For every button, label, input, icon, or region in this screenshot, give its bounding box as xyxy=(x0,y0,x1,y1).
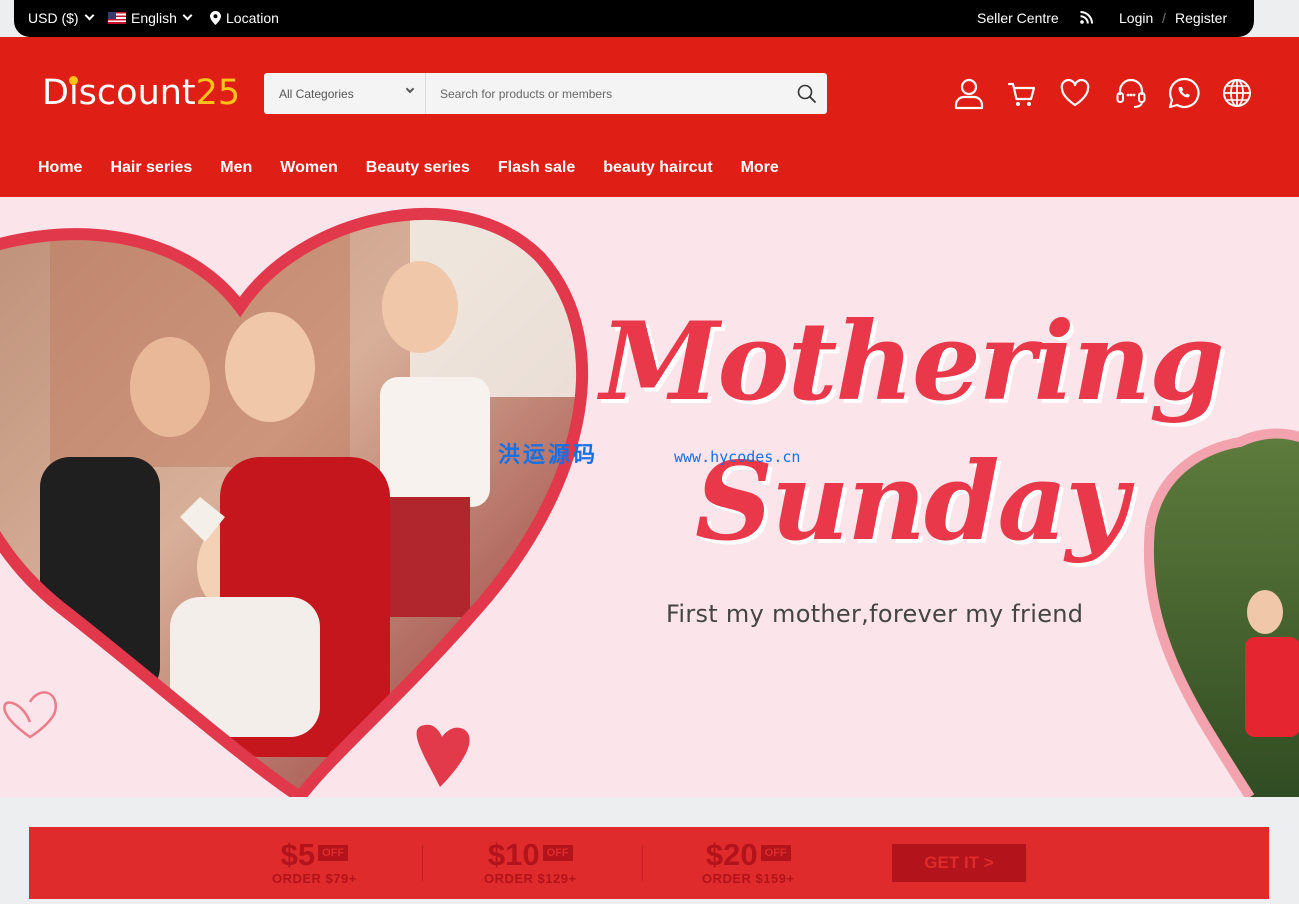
currency-label: USD ($) xyxy=(28,9,79,26)
support-button[interactable] xyxy=(1114,76,1148,110)
watermark-url: www.hycodes.cn xyxy=(674,448,801,466)
rss-icon xyxy=(1080,11,1093,24)
nav-item-women[interactable]: Women xyxy=(266,159,351,177)
nav-item-flash-sale[interactable]: Flash sale xyxy=(484,159,589,177)
coupon-amount: $20 xyxy=(705,837,758,872)
coupon-min-order: ORDER $159+ xyxy=(702,871,795,886)
search-input[interactable] xyxy=(432,73,782,114)
nav-item-more[interactable]: More xyxy=(727,159,793,177)
chevron-down-icon xyxy=(182,10,193,21)
logo-text: Discount xyxy=(42,73,196,113)
topbar-divider: / xyxy=(1162,0,1166,35)
coupon-divider xyxy=(422,845,423,881)
nav-item-home[interactable]: Home xyxy=(24,159,96,177)
site-logo[interactable]: Discount25 xyxy=(42,73,240,113)
nav-item-beauty-haircut[interactable]: beauty haircut xyxy=(589,159,726,177)
hero-banner[interactable]: Mothering Sunday First my mother,forever… xyxy=(0,197,1299,797)
main-nav: Home Hair series Men Women Beauty series… xyxy=(24,159,793,177)
slash-divider: / xyxy=(1162,9,1166,26)
coupon-off-badge: OFF xyxy=(542,845,573,861)
nav-item-men[interactable]: Men xyxy=(206,159,266,177)
site-header: Discount25 All Categories Search for pro… xyxy=(0,37,1299,197)
map-pin-icon xyxy=(210,10,221,25)
coupon-divider xyxy=(642,845,643,881)
search-button[interactable] xyxy=(795,82,819,106)
nav-item-beauty-series[interactable]: Beauty series xyxy=(352,159,484,177)
cart-icon xyxy=(1007,82,1036,106)
coupon-off-badge: OFF xyxy=(760,845,791,861)
language-globe-button[interactable] xyxy=(1220,76,1254,110)
watermark-chinese: 洪运源码 xyxy=(498,443,599,468)
rss-link[interactable] xyxy=(1080,0,1093,35)
coupon-min-order: ORDER $79+ xyxy=(272,871,357,886)
register-link[interactable]: Register xyxy=(1175,0,1227,35)
logo-dot xyxy=(69,76,78,85)
currency-selector[interactable]: USD ($) xyxy=(28,0,95,35)
seller-centre-link[interactable]: Seller Centre xyxy=(977,0,1059,35)
register-label: Register xyxy=(1175,9,1228,26)
top-bar: USD ($) English Location Seller Centre L… xyxy=(14,0,1254,37)
coupon-strip: $5 OFF ORDER $79+ $10 OFF ORDER $129+ $20 O… xyxy=(29,827,1269,899)
whatsapp-button[interactable] xyxy=(1167,76,1201,110)
coupon-off-badge: OFF xyxy=(318,845,349,861)
coupon-amount: $5 xyxy=(280,837,316,872)
login-link[interactable]: Login xyxy=(1119,0,1153,35)
globe-icon xyxy=(1223,79,1251,107)
cart-button[interactable] xyxy=(1005,76,1039,110)
support-headset-icon xyxy=(1116,78,1146,108)
small-heart-outline xyxy=(3,691,58,739)
search-icon xyxy=(797,84,816,103)
logo-digits: 25 xyxy=(195,73,241,113)
banner-tagline: First my mother,forever my friend xyxy=(666,600,1084,628)
nav-item-hair-series[interactable]: Hair series xyxy=(96,159,206,177)
account-button[interactable] xyxy=(952,76,986,110)
headline-line-1: Mothering xyxy=(600,299,1225,425)
chevron-down-icon xyxy=(405,84,415,94)
coupon-amount: $10 xyxy=(487,837,540,872)
search-bar: All Categories xyxy=(264,73,827,114)
coupon-min-order: ORDER $129+ xyxy=(484,871,577,886)
coupon-10-off[interactable]: $10 OFF ORDER $129+ xyxy=(484,837,577,886)
wishlist-button[interactable] xyxy=(1058,76,1092,110)
location-label: Location xyxy=(226,9,279,26)
whatsapp-icon xyxy=(1168,77,1200,109)
language-selector[interactable]: English xyxy=(108,0,193,35)
category-select[interactable]: All Categories xyxy=(264,73,426,114)
login-label: Login xyxy=(1119,9,1154,26)
heart-icon xyxy=(1060,78,1090,107)
category-select-label: All Categories xyxy=(279,86,354,101)
coupon-5-off[interactable]: $5 OFF ORDER $79+ xyxy=(272,837,357,886)
banner-headline: Mothering Sunday xyxy=(600,292,1225,572)
us-flag-icon xyxy=(108,11,126,24)
location-link[interactable]: Location xyxy=(210,0,279,35)
seller-centre-label: Seller Centre xyxy=(977,9,1059,26)
get-it-button[interactable]: GET IT > xyxy=(892,844,1026,882)
language-label: English xyxy=(131,9,177,26)
user-icon xyxy=(954,78,984,110)
coupon-20-off[interactable]: $20 OFF ORDER $159+ xyxy=(702,837,795,886)
chevron-down-icon xyxy=(84,10,95,21)
small-heart-filled xyxy=(416,724,470,787)
